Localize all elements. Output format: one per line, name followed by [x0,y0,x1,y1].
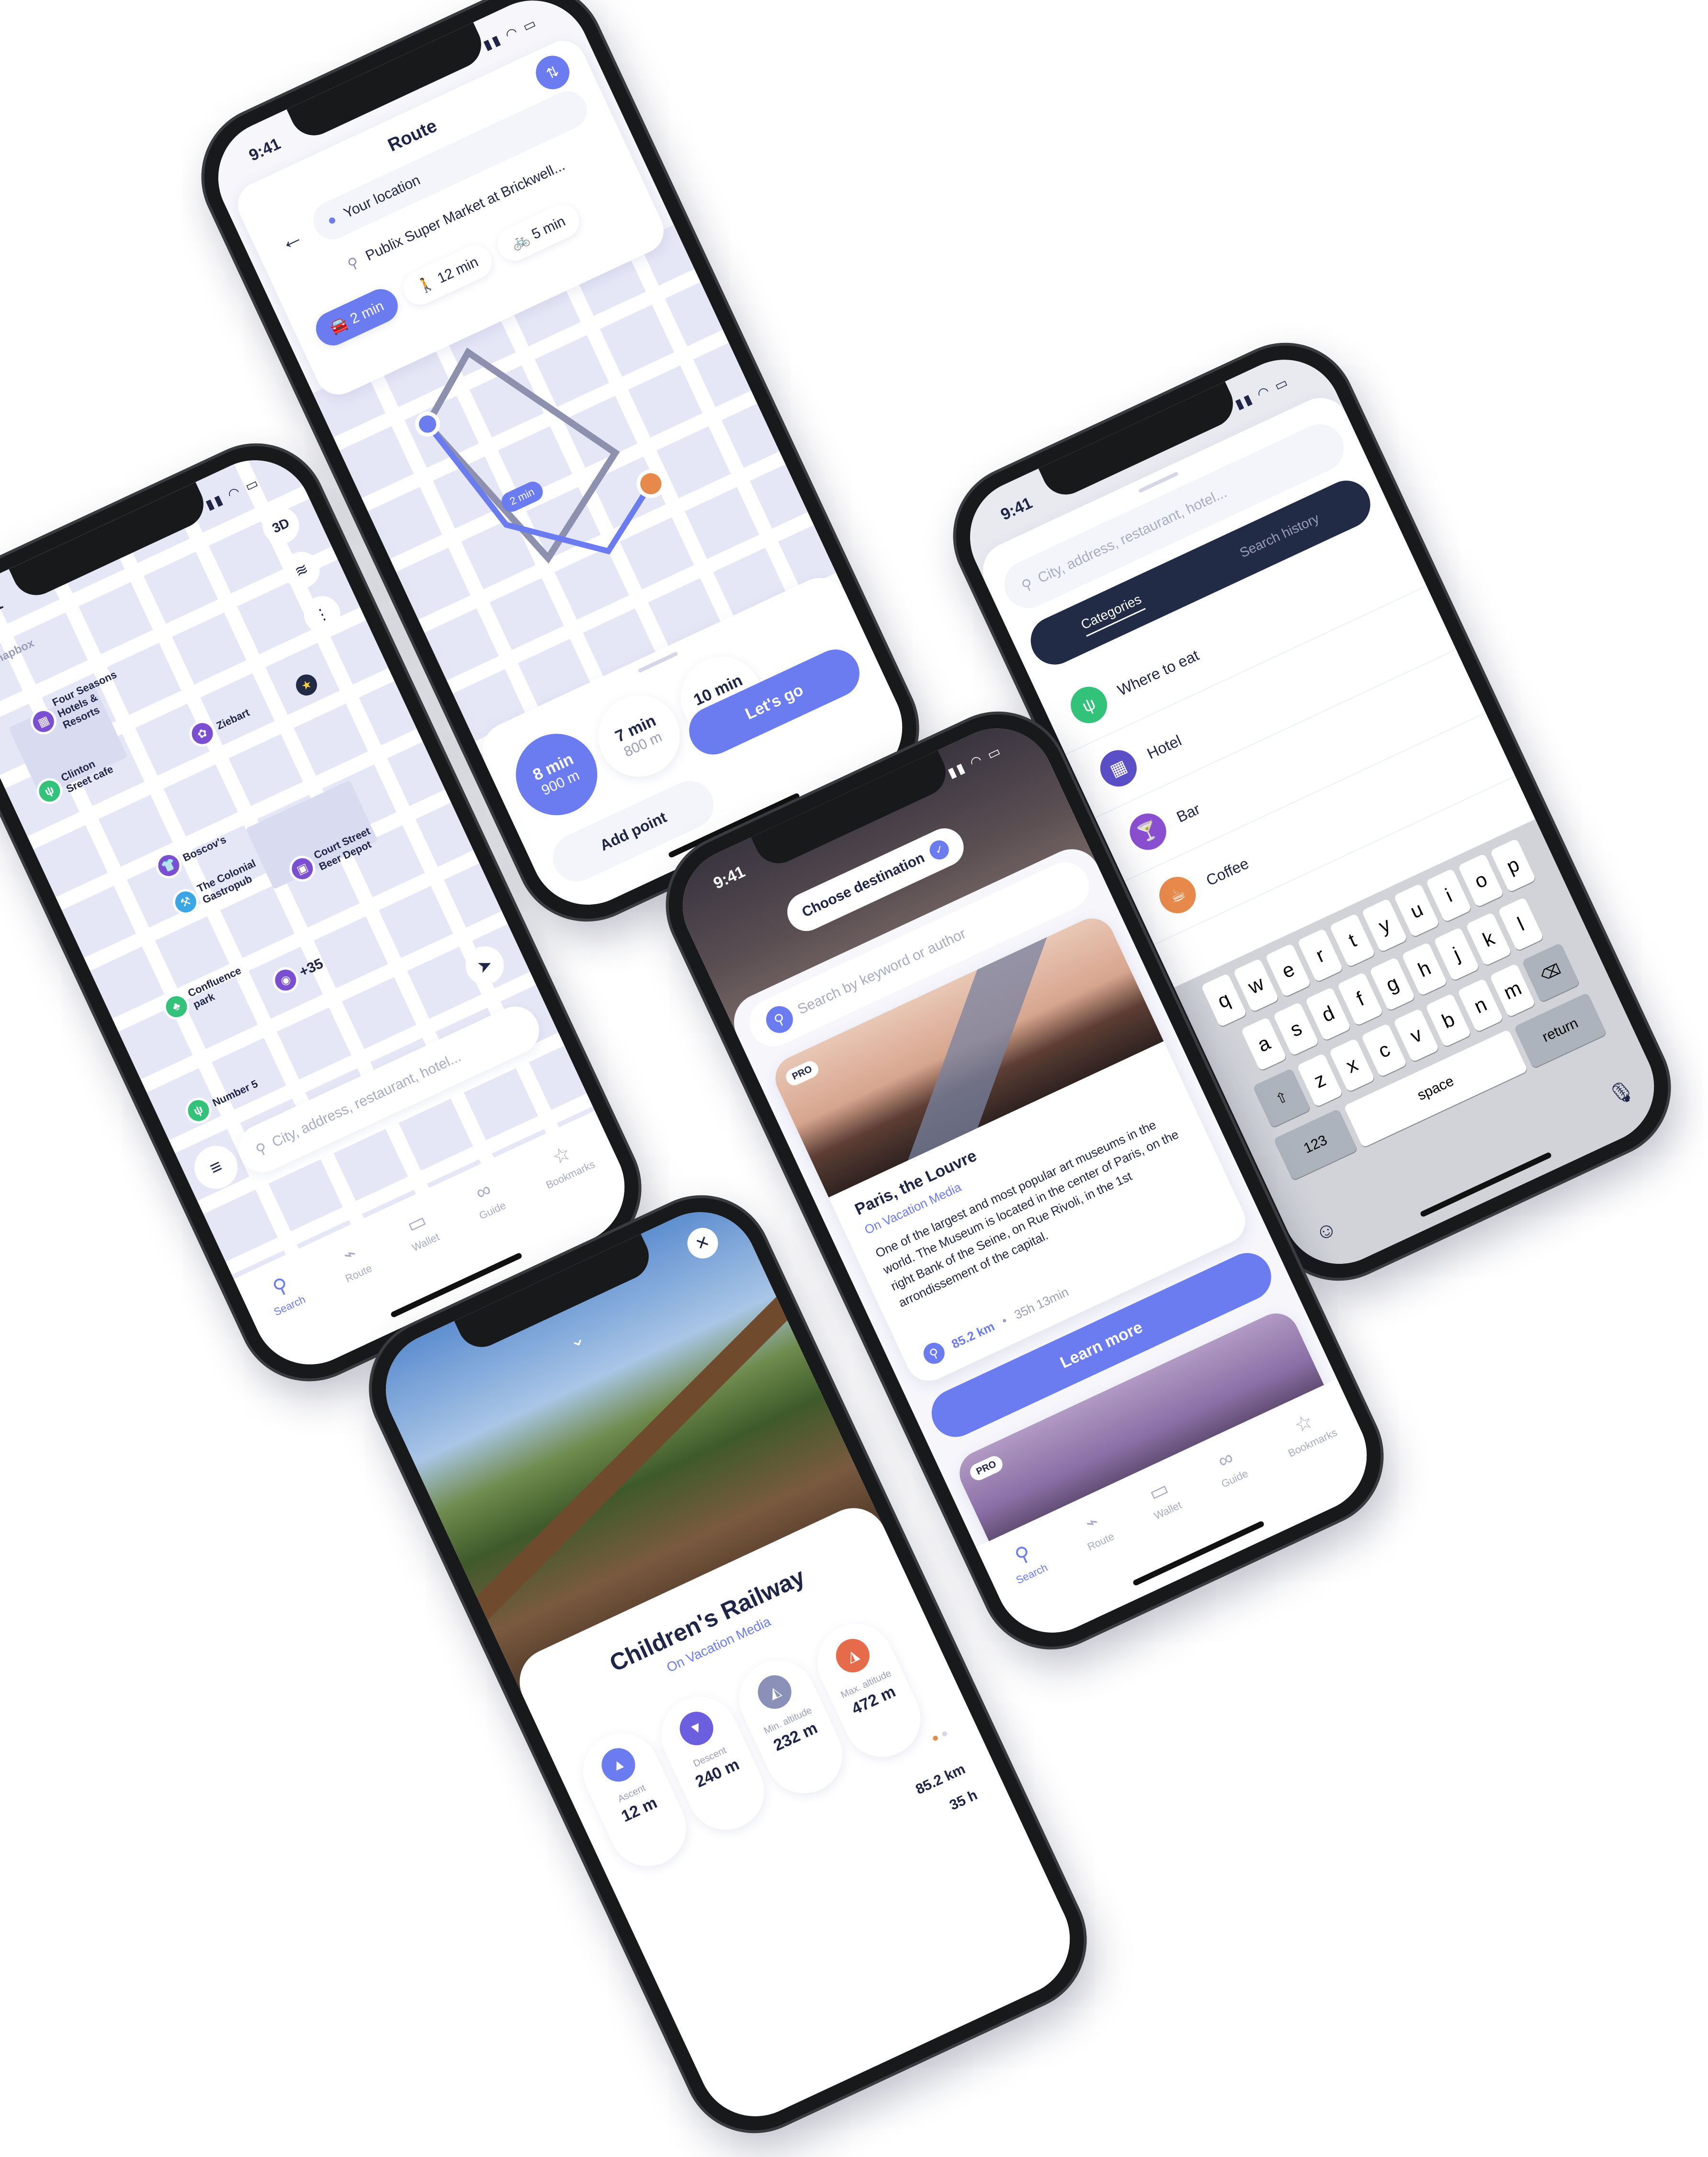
wallet-icon: ▭ [1145,1476,1172,1505]
detail-duration: 35 h [947,1787,980,1814]
ascent-icon: ▲ [596,1742,641,1787]
cocktail-icon: 🍸 [1124,807,1173,856]
walk-icon: 🚶 [414,274,438,296]
pin-icon: ⚲ [345,254,362,273]
detail-distance: 85.2 km [913,1761,968,1798]
category-label: Bar [1174,800,1203,826]
check-icon: ✓ [927,837,952,863]
category-label: Coffee [1203,854,1252,889]
back-arrow-icon[interactable]: ← [274,221,308,257]
star-icon: ☆ [548,1141,575,1169]
cutlery-icon: ψ [1064,681,1113,729]
route-icon: ⌁ [339,1241,360,1267]
pro-badge: PRO [967,1453,1006,1483]
status-time: 9:41 [246,134,283,165]
emoji-icon[interactable]: ☺ [1311,1216,1341,1247]
route-option-2[interactable]: 7 min 800 m [585,681,693,790]
descent-icon: ▼ [674,1706,719,1751]
origin-dot-icon: ● [325,211,339,229]
search-icon: ⚲ [761,1001,798,1038]
bike-icon: 🚲 [509,230,532,252]
search-icon: ⚲ [269,1272,292,1300]
mode-car-label: 2 min [348,297,386,327]
category-label: Where to eat [1114,646,1202,699]
route-option-1[interactable]: 8 min 900 m [502,720,611,829]
pin-icon: ⚲ [920,1339,948,1368]
mode-bike-label: 5 min [529,213,568,242]
search-icon: ⚲ [1011,1541,1034,1568]
status-icons: ▮▮ ◠ ▭ [1233,374,1292,412]
tab-categories[interactable]: Categories [1078,591,1146,636]
status-icons: ▮▮ ◠ ▭ [481,14,540,53]
tab-bookmarks[interactable]: ☆ Bookmarks [1275,1401,1365,1515]
tab-bookmarks[interactable]: ☆ Bookmarks [532,1133,622,1247]
pager-dots: ● ● [929,1726,950,1746]
wallet-icon: ▭ [403,1208,430,1237]
star-icon: ☆ [1290,1409,1317,1438]
microphone-icon[interactable]: 🎙 [1604,1076,1639,1110]
search-icon: ⚲ [1019,575,1035,594]
status-time: 9:41 [998,493,1035,524]
peak-icon: ◮ [830,1633,875,1678]
tab-search[interactable]: ⚲ Search [260,1268,333,1374]
hotel-icon: ▦ [1094,744,1143,793]
from-label: Your location [341,172,423,222]
car-icon: 🚘 [327,315,351,337]
meta-separator: • [999,1313,1009,1328]
category-label: Hotel [1144,731,1184,762]
coffee-icon: ☕ [1153,871,1202,920]
mode-car[interactable]: 🚘 2 min [310,284,404,351]
mountain-icon: ◭ [752,1669,797,1714]
binoculars-icon: ∞ [1214,1446,1237,1473]
tab-search-history[interactable]: Search history [1237,511,1322,561]
tab-route[interactable]: ⌁ Route [1074,1506,1142,1609]
route-icon: ⌁ [1081,1509,1102,1535]
tab-route[interactable]: ⌁ Route [332,1237,400,1340]
binoculars-icon: ∞ [472,1178,495,1204]
mode-walk-label: 12 min [435,253,481,286]
card-distance: 85.2 km [949,1318,997,1351]
search-icon: ⚲ [253,1139,270,1158]
card-duration: 35h 13min [1012,1284,1071,1322]
tab-search[interactable]: ⚲ Search [1003,1536,1075,1642]
